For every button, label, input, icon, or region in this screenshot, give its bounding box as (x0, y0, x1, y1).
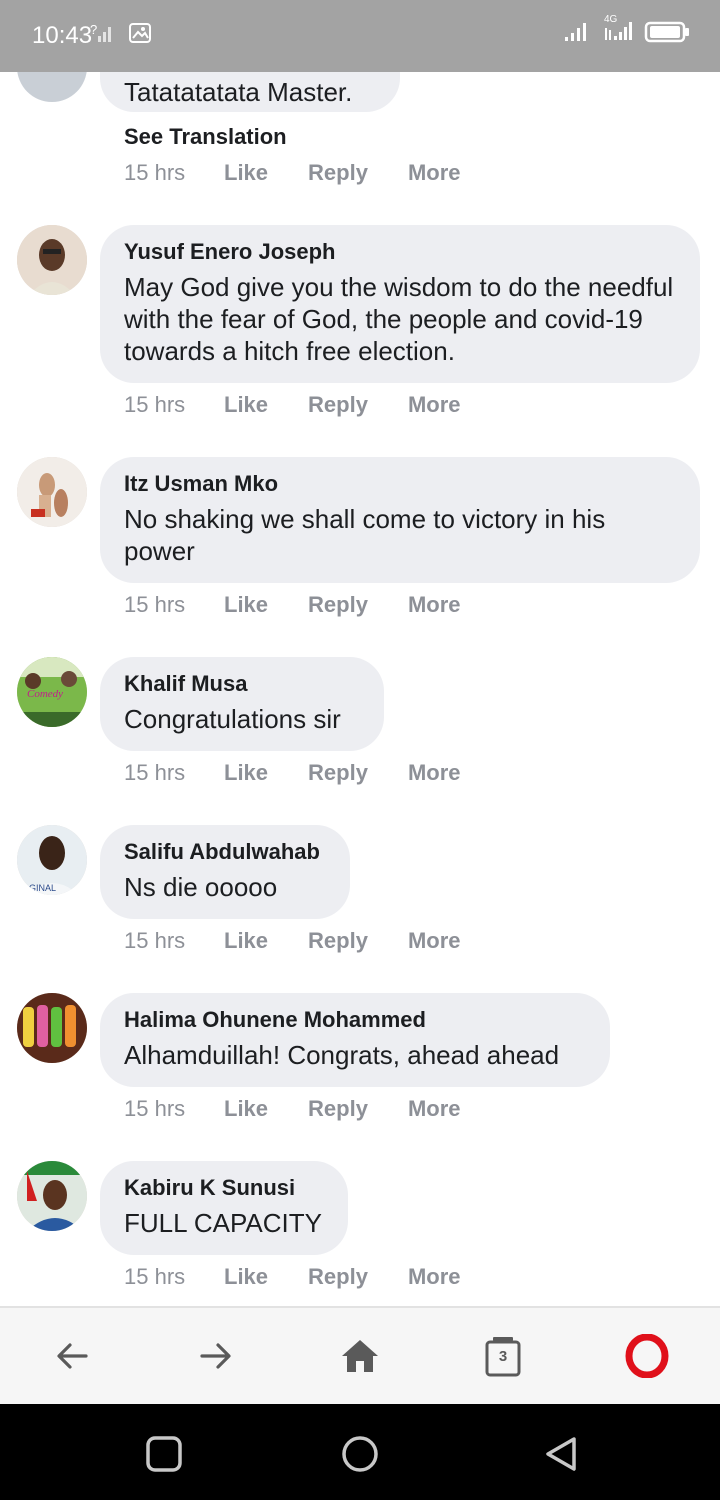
opera-icon (625, 1334, 669, 1378)
comment-actions: 15 hrs Like Reply More (124, 1096, 501, 1122)
comment-actions: 15 hrs Like Reply More (124, 392, 501, 418)
comment-author[interactable]: Halima Ohunene Mohammed (124, 1005, 586, 1035)
reply-button[interactable]: Reply (308, 160, 368, 186)
comment-author[interactable]: Salifu Abdulwahab (124, 837, 326, 867)
avatar[interactable] (17, 225, 87, 295)
status-bar: 10:43 ? 4G (0, 0, 720, 72)
comment-bubble: Kabiru K Sunusi FULL CAPACITY (100, 1161, 348, 1255)
comment-author[interactable]: Khalif Musa (124, 669, 360, 699)
comment-actions: 15 hrs Like Reply More (124, 928, 501, 954)
battery-icon (644, 20, 690, 49)
like-button[interactable]: Like (224, 392, 268, 418)
more-button[interactable]: More (408, 160, 461, 186)
like-button[interactable]: Like (224, 1264, 268, 1290)
tabs-button[interactable]: 3 (481, 1334, 525, 1378)
forward-button[interactable] (194, 1334, 238, 1378)
more-button[interactable]: More (408, 592, 461, 618)
svg-text:Comedy: Comedy (27, 688, 63, 700)
like-button[interactable]: Like (224, 928, 268, 954)
svg-text:?: ? (90, 22, 97, 37)
avatar[interactable]: GINAL (17, 825, 87, 895)
comment-time: 15 hrs (124, 760, 186, 785)
comment-time: 15 hrs (124, 1264, 186, 1289)
comment-actions: 15 hrs Like Reply More (124, 160, 501, 186)
more-button[interactable]: More (408, 760, 461, 786)
comment-text: FULL CAPACITY (124, 1208, 322, 1238)
comment-actions: 15 hrs Like Reply More (124, 1264, 501, 1290)
comment-bubble: Salifu Abdulwahab Ns die ooooo (100, 825, 350, 919)
svg-text:GINAL: GINAL (29, 883, 56, 893)
reply-button[interactable]: Reply (308, 760, 368, 786)
opera-menu-button[interactable] (625, 1334, 669, 1378)
android-home-button[interactable] (340, 1434, 380, 1474)
like-button[interactable]: Like (224, 1096, 268, 1122)
comment-text: May God give you the wisdom to do the ne… (124, 272, 674, 366)
circle-home-icon (342, 1436, 378, 1472)
comment-bubble: Yusuf Enero Joseph May God give you the … (100, 225, 700, 383)
avatar[interactable] (17, 72, 87, 102)
forward-arrow-icon (200, 1343, 231, 1369)
comment-bubble: Itz Usman Mko No shaking we shall come t… (100, 457, 700, 583)
recents-button[interactable] (144, 1434, 184, 1474)
reply-button[interactable]: Reply (308, 1096, 368, 1122)
reply-button[interactable]: Reply (308, 928, 368, 954)
see-translation-link[interactable]: See Translation (124, 124, 287, 150)
comment-bubble: Tatatatatata Master. (100, 72, 400, 112)
browser-toolbar: 3 (0, 1306, 720, 1404)
tab-count: 3 (498, 1348, 508, 1365)
comment-text: Tatatatatata Master. (124, 77, 353, 107)
image-icon (128, 22, 152, 49)
comment-bubble: Halima Ohunene Mohammed Alhamduillah! Co… (100, 993, 610, 1087)
comment-text: Congratulations sir (124, 704, 341, 734)
status-time: 10:43 (32, 22, 93, 49)
avatar[interactable] (17, 457, 87, 527)
comment-text: No shaking we shall come to victory in h… (124, 504, 606, 566)
reply-button[interactable]: Reply (308, 1264, 368, 1290)
signal-unknown-icon: ? (90, 22, 114, 49)
more-button[interactable]: More (408, 928, 461, 954)
like-button[interactable]: Like (224, 160, 268, 186)
comment-time: 15 hrs (124, 928, 186, 953)
reply-button[interactable]: Reply (308, 392, 368, 418)
comments-feed[interactable]: Tatatatatata Master. See Translation 15 … (0, 72, 720, 1306)
comment-time: 15 hrs (124, 592, 186, 617)
signal-icon (564, 21, 590, 48)
comment-author[interactable]: Yusuf Enero Joseph (124, 237, 676, 267)
comment-text: Alhamduillah! Congrats, ahead ahead (124, 1040, 560, 1070)
comment-time: 15 hrs (124, 1096, 186, 1121)
comment-actions: 15 hrs Like Reply More (124, 760, 501, 786)
comment-bubble: Khalif Musa Congratulations sir (100, 657, 384, 751)
avatar[interactable] (17, 993, 87, 1063)
network-4g-icon: 4G (602, 14, 632, 49)
comment-author[interactable]: Kabiru K Sunusi (124, 1173, 324, 1203)
comment-time: 15 hrs (124, 392, 186, 417)
comment-time: 15 hrs (124, 160, 186, 185)
back-button[interactable] (50, 1334, 94, 1378)
back-arrow-icon (57, 1343, 88, 1369)
comment-actions: 15 hrs Like Reply More (124, 592, 501, 618)
triangle-back-icon (546, 1437, 576, 1471)
comment-text: Ns die ooooo (124, 872, 278, 902)
avatar[interactable] (17, 1161, 87, 1231)
comment-author[interactable]: Itz Usman Mko (124, 469, 676, 499)
home-button[interactable] (338, 1334, 382, 1378)
network-label: 4G (604, 14, 618, 25)
reply-button[interactable]: Reply (308, 592, 368, 618)
android-back-button[interactable] (540, 1434, 580, 1474)
more-button[interactable]: More (408, 1096, 461, 1122)
square-recents-icon (146, 1436, 182, 1472)
home-icon (342, 1340, 378, 1372)
like-button[interactable]: Like (224, 592, 268, 618)
more-button[interactable]: More (408, 1264, 461, 1290)
more-button[interactable]: More (408, 392, 461, 418)
avatar[interactable]: Comedy (17, 657, 87, 727)
like-button[interactable]: Like (224, 760, 268, 786)
android-navigation-bar (0, 1404, 720, 1500)
